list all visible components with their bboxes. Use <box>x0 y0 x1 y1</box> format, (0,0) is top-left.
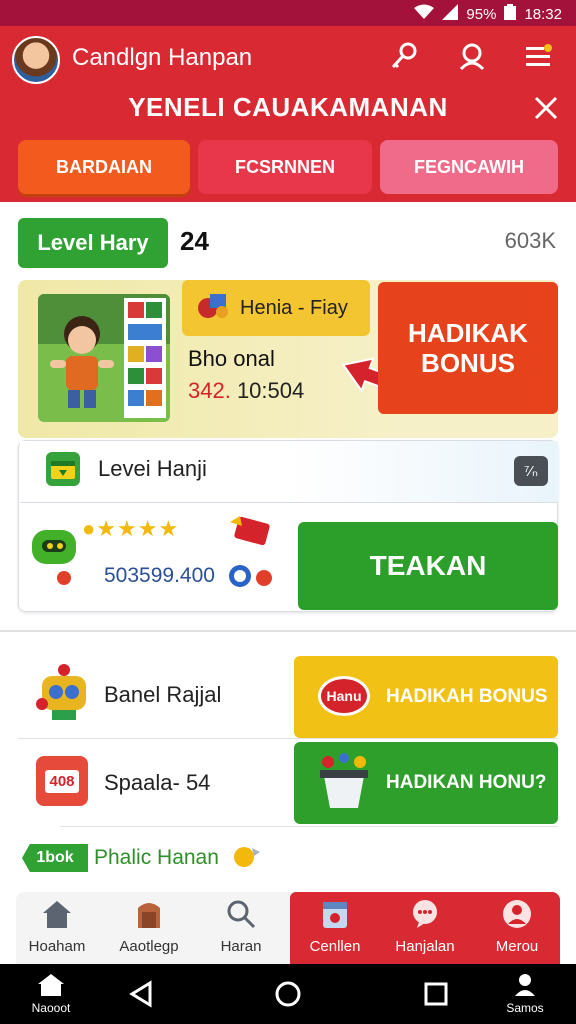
system-home-button[interactable]: Naooot <box>28 972 74 1015</box>
reward-label-2: Spaala- 54 <box>104 770 211 795</box>
house-icon <box>36 972 66 1001</box>
tag-text: Phalic Hanan <box>94 846 219 869</box>
nav-label: Haran <box>220 938 262 955</box>
gift-icon <box>196 290 230 326</box>
menu-icon[interactable] <box>520 38 556 74</box>
tab-bardaian[interactable]: BARDAIAN <box>18 140 190 194</box>
promo-value: 342. 10:504 <box>188 378 304 404</box>
basket-icon <box>314 752 374 820</box>
battery-icon <box>504 4 517 24</box>
bonus-badge: Hanu <box>318 676 370 716</box>
nav-cenllen[interactable]: Cenllen <box>294 898 376 960</box>
section-divider <box>0 630 576 632</box>
battery-percent: 95% <box>466 5 497 23</box>
rating-stars-icon: ●★★★★ <box>82 516 180 541</box>
tab-fcsrnnen[interactable]: FCSRNNEN <box>198 140 372 194</box>
ticket-icon <box>228 514 272 555</box>
home-icon <box>40 898 74 934</box>
nav-haran[interactable]: Haran <box>200 898 282 960</box>
wifi-icon <box>414 4 435 24</box>
hadikak-bonus-button[interactable]: HADIKAK BONUS <box>378 282 558 414</box>
status-bar: 95% 18:32 <box>0 0 576 26</box>
nav-label: Cenllen <box>309 938 361 955</box>
level-card-label: Levei Hanji <box>98 456 207 481</box>
recents-icon[interactable] <box>424 982 448 1011</box>
bonus-line2: BONUS <box>421 348 515 378</box>
home-circle-icon[interactable] <box>274 980 302 1013</box>
page-title: YENELI CAUAKAMANAN <box>128 92 448 122</box>
system-profile-button[interactable]: Samos <box>502 972 548 1015</box>
clock: 18:32 <box>524 5 562 23</box>
promo-tag: Henia - Fiay <box>182 280 370 336</box>
level-badge: Level Hary <box>18 218 168 268</box>
tab-fegncawih[interactable]: FEGNCAWIH <box>380 140 558 194</box>
nav-label: Hanjalan <box>395 938 455 955</box>
promo-value-rest: 10:504 <box>230 378 305 403</box>
promo-tag-label: Henia - Fiay <box>240 296 348 319</box>
hadikan-honu-button[interactable]: HADIKAN HONU? <box>294 742 558 824</box>
sun-icon <box>230 842 262 877</box>
nav-label: Hoaham <box>28 938 86 955</box>
hadikan-honu-label: HADIKAN HONU? <box>386 772 547 793</box>
tag-badge: 1bok <box>22 844 88 872</box>
username: Candlgn Hanpan <box>72 44 253 71</box>
hadikah-bonus-button[interactable]: Hanu HADIKAH BONUS <box>294 656 558 738</box>
nav-hanjalan[interactable]: Hanjalan <box>384 898 466 960</box>
door-icon <box>133 898 165 934</box>
nav-aaotlegp[interactable]: Aaotlegp <box>108 898 190 960</box>
system-home-label: Naooot <box>31 1001 71 1015</box>
search-icon <box>225 898 257 934</box>
calendar-icon <box>319 898 351 934</box>
promo-value-red: 342. <box>188 378 231 403</box>
profile-icon <box>501 898 533 934</box>
teakan-button[interactable]: TEAKAN <box>298 522 558 610</box>
level-card-amount: 503599.400 <box>104 564 215 587</box>
system-profile-label: Samos <box>506 1001 544 1015</box>
nav-label: Aaotlegp <box>119 938 179 955</box>
person-icon <box>513 972 537 1001</box>
level-points: 603K <box>504 228 556 253</box>
nav-label: Merou <box>495 938 539 955</box>
avatar[interactable] <box>12 36 60 84</box>
row-divider <box>18 738 558 739</box>
profile-search-icon[interactable] <box>454 38 490 74</box>
coin-icon <box>228 562 276 595</box>
row-divider <box>60 826 558 827</box>
hadikah-bonus-label: HADIKAH BONUS <box>386 686 548 707</box>
chat-icon <box>409 898 441 934</box>
close-icon[interactable] <box>530 92 562 124</box>
level-number: 24 <box>180 226 209 256</box>
bonus-line1: HADIKAK <box>408 318 528 348</box>
nav-home[interactable]: Hoaham <box>16 898 98 960</box>
promo-subtitle: Bho onal <box>188 346 275 371</box>
nav-merou[interactable]: Merou <box>476 898 558 960</box>
back-icon[interactable] <box>128 980 154 1013</box>
key-icon[interactable] <box>386 38 422 74</box>
calendar-badge-icon: 408 <box>36 756 88 806</box>
calendar-badge-text: 408 <box>45 769 79 793</box>
signal-icon <box>442 4 459 24</box>
treasure-robot-icon <box>34 660 94 729</box>
reward-label-1: Banel Rajjal <box>104 682 222 707</box>
chat-bubble-icon <box>30 526 80 591</box>
wallet-icon <box>46 452 80 486</box>
character-image <box>38 294 170 422</box>
expand-icon[interactable]: ⁷⁄ₙ <box>514 456 548 486</box>
